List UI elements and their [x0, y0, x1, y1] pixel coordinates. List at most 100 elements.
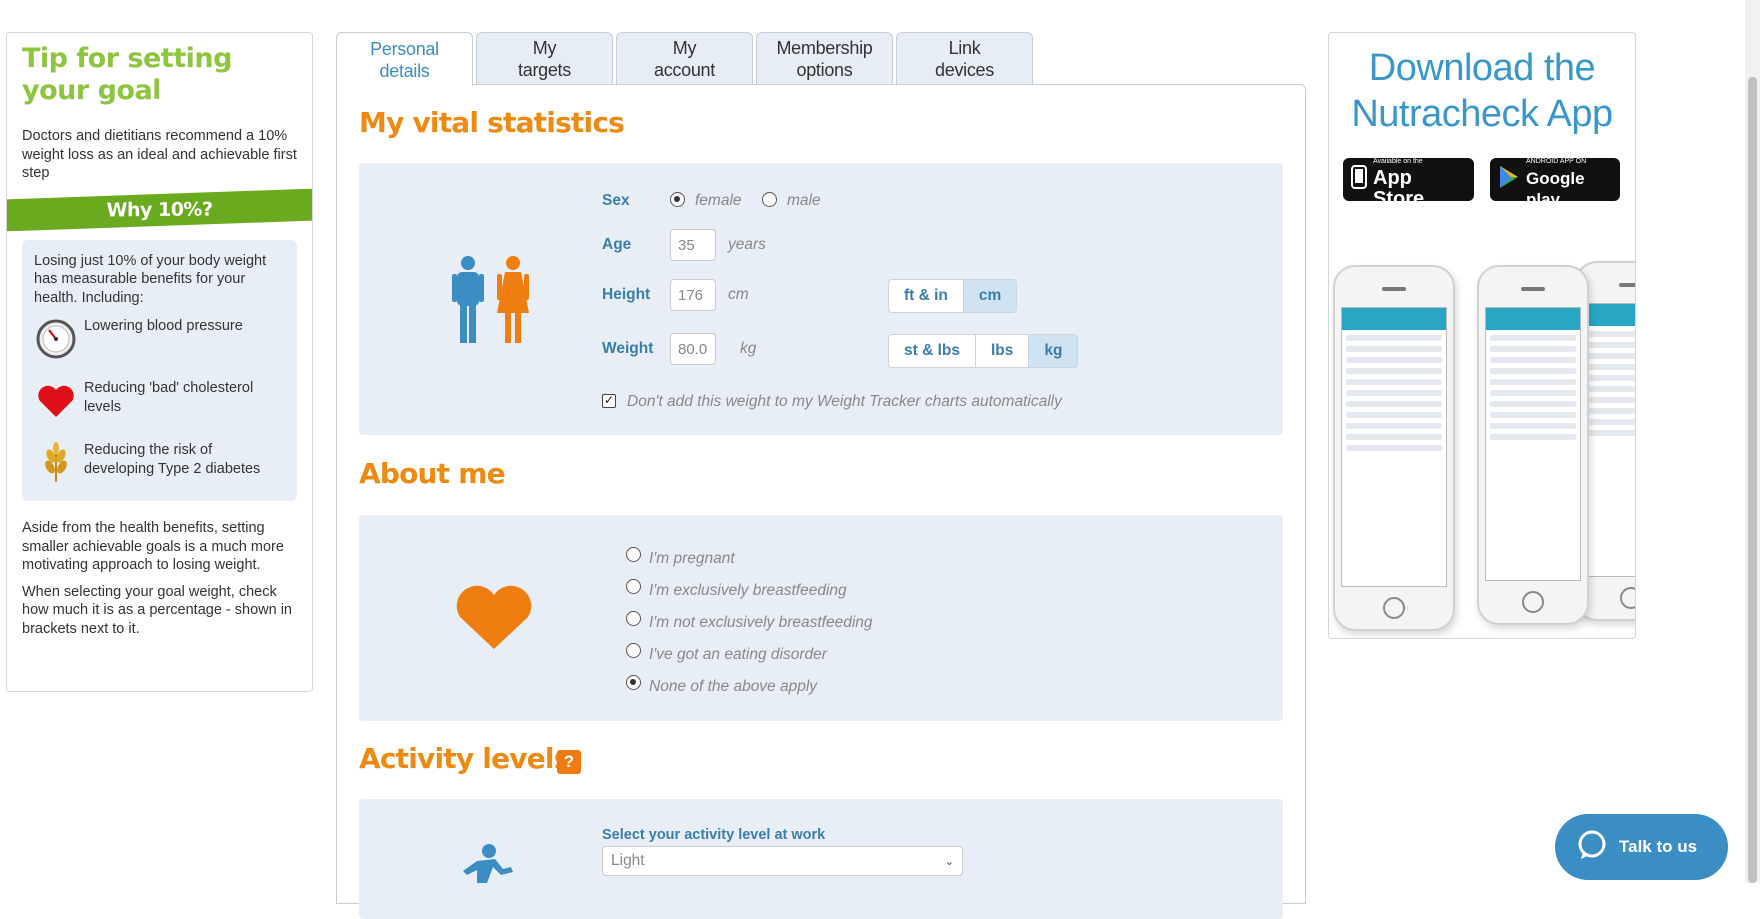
sex-female-label[interactable]: female	[695, 192, 742, 210]
activity-levels-box: Select your activity level at work Light…	[359, 799, 1283, 919]
work-activity-select[interactable]: Light ⌄	[602, 846, 963, 876]
phone-speaker	[1382, 287, 1406, 291]
tab-label-line: details	[379, 60, 430, 81]
exclusively-breastfeeding-radio[interactable]	[626, 579, 641, 594]
phone-home-button	[1620, 587, 1635, 609]
height-ft-in-button[interactable]: ft & in	[888, 279, 964, 313]
tab-label-line: devices	[935, 60, 994, 80]
height-unit-toggle: ft & in cm	[888, 279, 1018, 313]
tab-link-devices[interactable]: Link devices	[896, 32, 1033, 85]
blood-pressure-gauge-icon	[34, 317, 78, 361]
personal-details-panel: My vital statistics Sex female male Age …	[336, 84, 1306, 919]
weight-tracker-checkbox-label[interactable]: Don't add this weight to my Weight Track…	[627, 393, 1062, 411]
tab-my-account[interactable]: My account	[616, 32, 753, 85]
none-apply-radio[interactable]	[626, 675, 641, 690]
age-unit: years	[728, 236, 766, 253]
app-store-big-text: App Store	[1373, 166, 1425, 210]
not-exclusively-breastfeeding-radio[interactable]	[626, 611, 641, 626]
tab-label-line: Personal	[370, 38, 439, 59]
sex-male-label[interactable]: male	[787, 192, 821, 210]
scrollbar-thumb[interactable]	[1748, 77, 1757, 883]
tab-membership-options[interactable]: Membership options	[756, 32, 893, 85]
activity-help-icon[interactable]: ?	[557, 750, 581, 774]
weight-tracker-checkbox[interactable]: ✓	[602, 394, 616, 408]
exclusively-breastfeeding-label[interactable]: I'm exclusively breastfeeding	[649, 582, 847, 600]
benefit-box: Losing just 10% of your body weight has …	[22, 239, 297, 501]
eating-disorder-label[interactable]: I've got an eating disorder	[649, 646, 827, 664]
google-play-badge[interactable]: ANDROID APP ON Google play	[1490, 157, 1620, 209]
benefit-item: Reducing the risk of developing Type 2 d…	[34, 441, 285, 493]
tab-my-targets[interactable]: My targets	[476, 32, 613, 85]
talk-to-us-label: Talk to us	[1619, 837, 1698, 856]
talk-to-us-button[interactable]: Talk to us	[1555, 814, 1728, 880]
activity-levels-title: Activity levels	[359, 742, 570, 775]
about-me-title: About me	[359, 457, 506, 490]
benefit-text: Reducing the risk of developing Type 2 d…	[84, 442, 261, 477]
weight-kg-button[interactable]: kg	[1028, 334, 1079, 368]
phone-screen	[1583, 303, 1635, 577]
heart-icon	[455, 585, 533, 656]
tip-outro: Aside from the health benefits, setting …	[22, 519, 298, 638]
tab-label-line: options	[796, 60, 853, 80]
sex-female-radio[interactable]	[670, 192, 685, 207]
age-input[interactable]: 35	[670, 229, 716, 261]
why-10-banner: Why 10%?	[7, 188, 312, 231]
weight-label: Weight	[602, 340, 654, 357]
app-ad-title-line: Download the	[1368, 47, 1596, 89]
pregnant-label[interactable]: I'm pregnant	[649, 550, 735, 568]
height-input[interactable]: 176	[670, 279, 716, 311]
work-activity-label: Select your activity level at work	[602, 827, 826, 843]
why-10-label: Why 10%?	[106, 198, 213, 221]
about-me-box: I'm pregnant I'm exclusively breastfeedi…	[359, 515, 1283, 721]
tab-personal-details[interactable]: Personal details	[336, 32, 473, 86]
weight-st-lbs-button[interactable]: st & lbs	[888, 334, 976, 368]
benefit-intro: Losing just 10% of your body weight has …	[34, 252, 267, 306]
heart-icon	[34, 379, 78, 423]
phone-home-button	[1383, 597, 1405, 619]
phone-screen	[1341, 307, 1447, 587]
eating-disorder-radio[interactable]	[626, 643, 641, 658]
phone-image	[1477, 265, 1589, 625]
male-female-icon	[449, 255, 535, 348]
age-label: Age	[602, 236, 632, 253]
app-store-small-text: Available on the	[1373, 157, 1423, 165]
google-play-small-text: ANDROID APP ON	[1526, 157, 1587, 165]
tab-label-line: Membership	[776, 38, 873, 58]
benefit-item: Lowering blood pressure	[34, 317, 285, 369]
page-scrollbar[interactable]	[1745, 0, 1760, 883]
phone-home-button	[1522, 591, 1544, 613]
phone-speaker	[1619, 283, 1635, 287]
app-ad-title: Download the Nutracheck App	[1329, 45, 1635, 137]
app-ad-title-line: Nutracheck App	[1351, 93, 1613, 135]
weight-unit: kg	[740, 340, 757, 357]
running-person-icon	[455, 843, 519, 888]
app-store-badge[interactable]: Available on the App Store	[1343, 157, 1474, 209]
not-exclusively-breastfeeding-label[interactable]: I'm not exclusively breastfeeding	[649, 614, 873, 632]
chat-bubble-icon	[1577, 830, 1607, 865]
weight-input[interactable]: 80.0	[670, 333, 716, 365]
download-app-ad[interactable]: Download the Nutracheck App Available on…	[1328, 32, 1636, 639]
pregnant-radio[interactable]	[626, 547, 641, 562]
benefit-item: Reducing 'bad' cholesterol levels	[34, 379, 285, 431]
chevron-down-icon: ⌄	[944, 855, 954, 868]
height-cm-button[interactable]: cm	[962, 279, 1018, 313]
apple-icon	[1351, 165, 1367, 194]
none-apply-label[interactable]: None of the above apply	[649, 678, 817, 696]
tab-label-line: My	[532, 38, 557, 58]
tip-outro-paragraph: Aside from the health benefits, setting …	[22, 520, 284, 573]
vital-statistics-box: Sex female male Age 35 years Height 176 …	[359, 163, 1283, 435]
google-play-icon	[1498, 165, 1520, 194]
height-unit: cm	[728, 286, 749, 303]
benefit-text: Lowering blood pressure	[84, 318, 243, 334]
wheat-icon	[34, 441, 78, 485]
tab-label-line: Link	[948, 38, 981, 58]
phone-image	[1333, 265, 1455, 631]
sex-male-radio[interactable]	[762, 192, 777, 207]
sex-label: Sex	[602, 192, 630, 209]
weight-lbs-button[interactable]: lbs	[974, 334, 1030, 368]
phone-speaker	[1521, 287, 1545, 291]
weight-unit-toggle: st & lbs lbs kg	[888, 334, 1079, 368]
tip-title: Tip for setting your goal	[22, 43, 232, 106]
work-activity-value: Light	[611, 852, 645, 869]
goal-tip-panel: Tip for setting your goal Doctors and di…	[6, 32, 313, 692]
